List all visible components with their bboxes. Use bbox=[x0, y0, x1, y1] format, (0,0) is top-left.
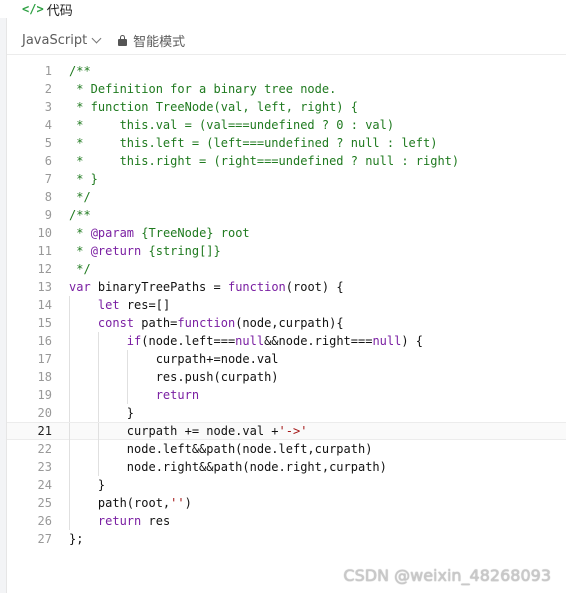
code-text: * this.val = (val===undefined ? 0 : val) bbox=[69, 118, 395, 132]
line-number: 5 bbox=[44, 136, 52, 150]
line-number: 8 bbox=[44, 190, 52, 204]
code-line[interactable]: 11 * @return {string[]} bbox=[7, 242, 566, 260]
code-text: * @param {TreeNode} root bbox=[69, 226, 250, 240]
code-line[interactable]: 3 * function TreeNode(val, left, right) … bbox=[7, 98, 566, 116]
code-line[interactable]: 13 var binaryTreePaths = function(root) { bbox=[7, 278, 566, 296]
chevron-down-icon bbox=[91, 33, 102, 43]
line-number: 7 bbox=[44, 172, 52, 186]
line-number: 20 bbox=[37, 406, 52, 420]
line-number: 1 bbox=[44, 64, 52, 78]
line-number: 14 bbox=[37, 298, 52, 312]
code-line[interactable]: 18 res.push(curpath) bbox=[7, 368, 566, 386]
code-line[interactable]: 25 path(root,'') bbox=[7, 494, 566, 512]
line-number: 27 bbox=[37, 532, 52, 546]
left-gutter-strip bbox=[0, 0, 7, 593]
code-editor[interactable]: 1 /** 2 * Definition for a binary tree nod… bbox=[7, 62, 566, 548]
code-text: let res=[] bbox=[97, 298, 171, 312]
line-number: 4 bbox=[44, 118, 52, 132]
line-number: 9 bbox=[44, 208, 52, 222]
code-text: var binaryTreePaths = function(root) { bbox=[69, 280, 344, 294]
code-text: curpath+=node.val bbox=[69, 352, 279, 366]
line-number: 18 bbox=[37, 370, 52, 384]
code-tab[interactable]: </> 代码 bbox=[22, 0, 73, 19]
code-line[interactable]: 4 * this.val = (val===undefined ? 0 : va… bbox=[7, 116, 566, 134]
smart-mode-label: 智能模式 bbox=[133, 34, 186, 50]
line-number: 11 bbox=[37, 244, 52, 258]
code-text: * Definition for a binary tree node. bbox=[69, 82, 337, 96]
line-number: 22 bbox=[37, 442, 52, 456]
code-line[interactable]: 6 * this.right = (right===undefined ? nu… bbox=[7, 152, 566, 170]
editor-toolbar: JavaScript 智能模式 bbox=[7, 26, 566, 55]
line-number: 23 bbox=[37, 460, 52, 474]
code-line[interactable]: 5 * this.left = (left===undefined ? null… bbox=[7, 134, 566, 152]
code-line[interactable]: 7 * } bbox=[7, 170, 566, 188]
code-line[interactable]: 17 curpath+=node.val bbox=[7, 350, 566, 368]
line-number: 24 bbox=[37, 478, 52, 492]
code-tab-label: 代码 bbox=[46, 3, 73, 19]
code-line[interactable]: 14 let res=[] bbox=[7, 296, 566, 314]
code-text: const path=function(node,curpath){ bbox=[97, 316, 344, 330]
language-selector[interactable]: JavaScript bbox=[22, 32, 102, 48]
code-text: node.left&&path(node.left,curpath) bbox=[69, 442, 373, 456]
code-text: res.push(curpath) bbox=[69, 370, 279, 384]
code-line[interactable]: 20 } bbox=[7, 404, 566, 422]
watermark: CSDN @weixin_48268093 bbox=[343, 566, 551, 585]
lock-icon bbox=[118, 34, 128, 46]
code-icon: </> bbox=[22, 2, 44, 16]
code-line[interactable]: 15 const path=function(node,curpath){ bbox=[7, 314, 566, 332]
line-number: 19 bbox=[37, 388, 52, 402]
code-line[interactable]: 24 } bbox=[7, 476, 566, 494]
line-number: 16 bbox=[37, 334, 52, 348]
line-number: 13 bbox=[37, 280, 52, 294]
code-text: */ bbox=[69, 262, 91, 276]
line-number: 10 bbox=[37, 226, 52, 240]
code-line[interactable]: 9 /** bbox=[7, 206, 566, 224]
code-text: return res bbox=[97, 514, 171, 528]
language-label: JavaScript bbox=[22, 32, 88, 48]
code-text: } bbox=[69, 406, 135, 420]
code-text: return bbox=[155, 388, 200, 402]
code-text: /** bbox=[69, 64, 91, 78]
line-number: 6 bbox=[44, 154, 52, 168]
code-line[interactable]: 10 * @param {TreeNode} root bbox=[7, 224, 566, 242]
line-number: 25 bbox=[37, 496, 52, 510]
code-text: node.right&&path(node.right,curpath) bbox=[69, 460, 387, 474]
code-line[interactable]: 19 return bbox=[7, 386, 566, 404]
line-number: 12 bbox=[37, 262, 52, 276]
code-line[interactable]: 26 return res bbox=[7, 512, 566, 530]
line-number: 21 bbox=[37, 424, 52, 438]
line-number: 2 bbox=[44, 82, 52, 96]
code-line[interactable]: 16 if(node.left===null&&node.right===nul… bbox=[7, 332, 566, 350]
code-text: }; bbox=[69, 532, 84, 546]
line-number: 26 bbox=[37, 514, 52, 528]
code-text: } bbox=[69, 478, 106, 492]
code-text: * this.left = (left===undefined ? null :… bbox=[69, 136, 438, 150]
code-line[interactable]: 1 /** bbox=[7, 62, 566, 80]
code-text: if(node.left===null&&node.right===null) … bbox=[126, 334, 424, 348]
code-line[interactable]: 22 node.left&&path(node.left,curpath) bbox=[7, 440, 566, 458]
code-text: * function TreeNode(val, left, right) { bbox=[69, 100, 358, 114]
code-line[interactable]: 21 curpath += node.val +'->' bbox=[7, 422, 566, 441]
code-line[interactable]: 8 */ bbox=[7, 188, 566, 206]
line-number: 17 bbox=[37, 352, 52, 366]
code-text: /** bbox=[69, 208, 91, 222]
code-line[interactable]: 2 * Definition for a binary tree node. bbox=[7, 80, 566, 98]
code-text: path(root,'') bbox=[69, 496, 192, 510]
code-text: */ bbox=[69, 190, 91, 204]
code-text: * this.right = (right===undefined ? null… bbox=[69, 154, 460, 168]
code-text: curpath += node.val +'->' bbox=[69, 424, 308, 438]
code-text: * } bbox=[69, 172, 98, 186]
code-line[interactable]: 23 node.right&&path(node.right,curpath) bbox=[7, 458, 566, 476]
line-number: 3 bbox=[44, 100, 52, 114]
panel-header: </> 代码 bbox=[0, 0, 566, 19]
code-line[interactable]: 12 */ bbox=[7, 260, 566, 278]
code-text: * @return {string[]} bbox=[69, 244, 221, 258]
line-number: 15 bbox=[37, 316, 52, 330]
code-line[interactable]: 27}; bbox=[7, 530, 566, 548]
smart-mode-toggle[interactable]: 智能模式 bbox=[118, 31, 185, 50]
